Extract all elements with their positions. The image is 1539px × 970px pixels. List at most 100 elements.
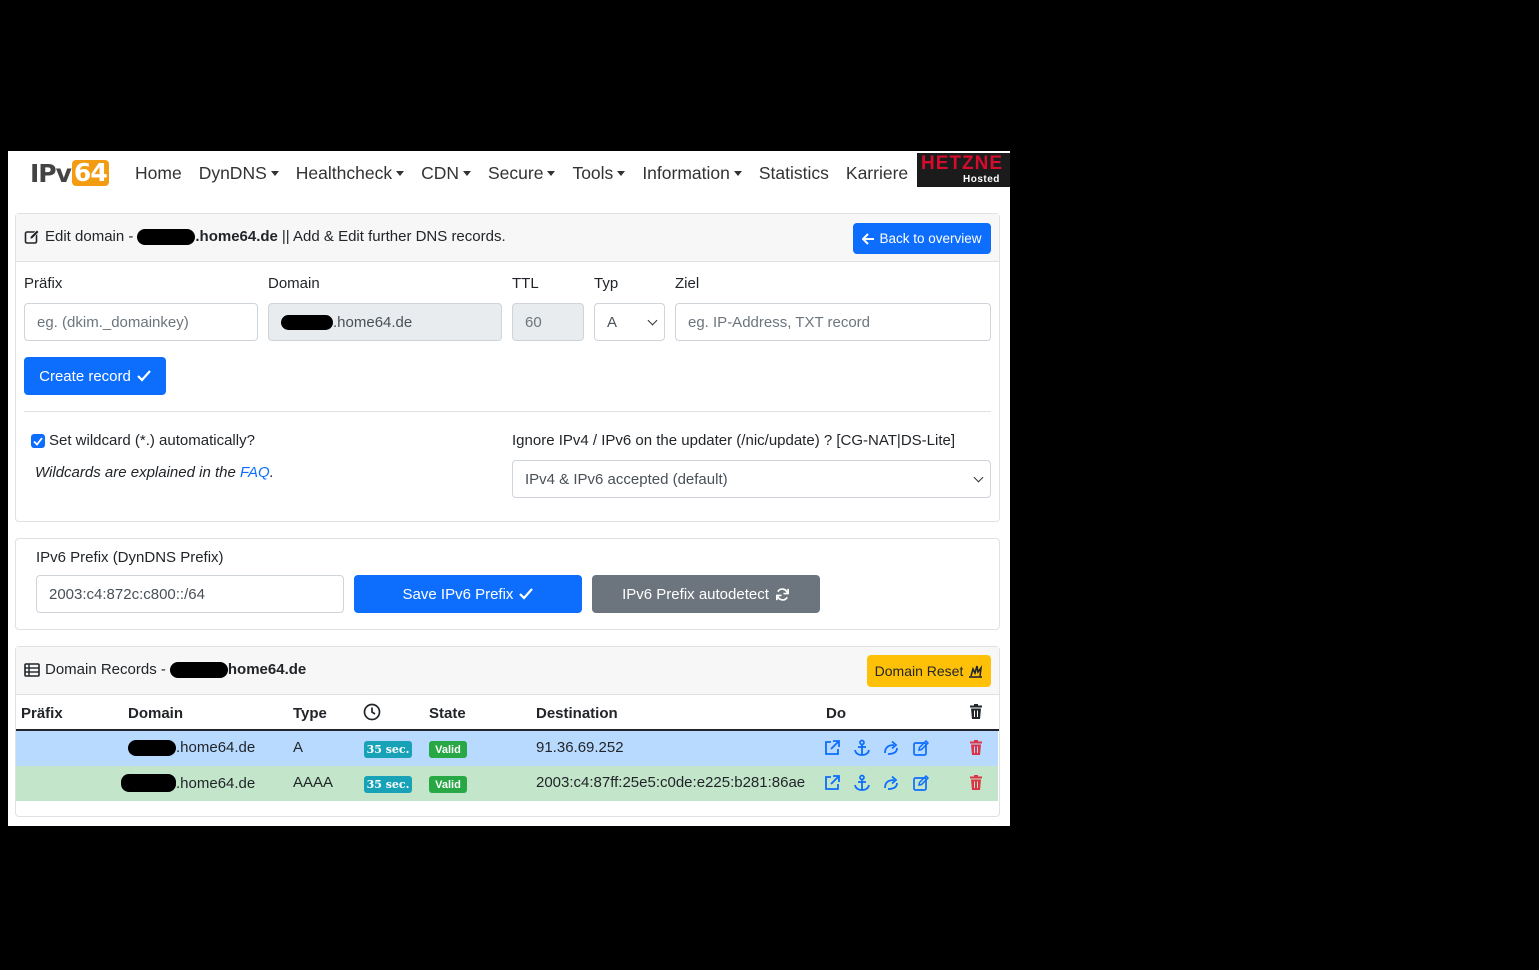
nav-karriere[interactable]: Karriere (846, 163, 908, 184)
record-state-badge: Valid (429, 741, 467, 758)
ipv6-autodetect-button[interactable]: IPv6 Prefix autodetect (592, 575, 820, 613)
records-title-prefix: Domain Records - (45, 661, 166, 678)
domain-records-header: Domain Records - home64.de Domain Reset (16, 647, 999, 695)
trash-icon[interactable] (967, 774, 985, 792)
navbar: IPv 64 Home DynDNS Healthcheck CDN Secure… (8, 151, 1010, 195)
nav-cdn[interactable]: CDN (421, 163, 471, 184)
chevron-down-icon (647, 315, 658, 326)
logo[interactable]: IPv 64 (30, 158, 109, 188)
ipv6-prefix-card: IPv6 Prefix (DynDNS Prefix) 2003:c4:872c… (15, 538, 1000, 630)
table-row: .home64.de AAAA 35 sec. Valid 2003:c4:87… (16, 766, 998, 801)
domain-reset-button[interactable]: Domain Reset (867, 655, 991, 687)
nav-tools[interactable]: Tools (572, 163, 626, 184)
nav-menu: Home DynDNS Healthcheck CDN Secure Tools… (135, 151, 925, 195)
trash-icon (970, 704, 982, 719)
record-ttl-badge: 35 sec. (364, 741, 412, 758)
col-state: State (429, 705, 466, 722)
edit-icon[interactable] (912, 774, 930, 792)
label-ttl: TTL (512, 275, 539, 292)
sponsor-banner[interactable]: HETZNE Hosted (917, 153, 1010, 187)
edit-icon (24, 229, 40, 244)
external-link-icon[interactable] (823, 774, 841, 792)
arrow-left-icon (862, 232, 875, 245)
clock-icon (363, 703, 381, 721)
chevron-down-icon (973, 472, 984, 483)
back-to-overview-button[interactable]: Back to overview (853, 223, 991, 254)
redacted-mark (128, 739, 176, 756)
ignore-label: Ignore IPv4 / IPv6 on the updater (/nic/… (512, 432, 955, 449)
faq-link[interactable]: FAQ (240, 464, 270, 481)
redacted-mark (121, 774, 176, 792)
domain-records-card: Domain Records - home64.de Domain Reset … (15, 646, 1000, 817)
anchor-icon[interactable] (853, 739, 871, 757)
refresh-icon (775, 587, 789, 601)
label-type: Typ (594, 275, 619, 292)
edit-title-suffix: || Add & Edit further DNS records. (281, 228, 506, 245)
edit-icon[interactable] (912, 739, 930, 757)
col-do: Do (826, 705, 846, 722)
edit-domain-header: Edit domain - .home64.de || Add & Edit f… (16, 214, 999, 262)
caret-down-icon (270, 171, 279, 177)
ttl-field: 60 (512, 303, 584, 341)
anchor-icon[interactable] (853, 774, 871, 792)
page: IPv 64 Home DynDNS Healthcheck CDN Secure… (8, 151, 1010, 826)
nav-information[interactable]: Information (642, 163, 742, 184)
wildcard-label: Set wildcard (*.) automatically? (49, 432, 255, 449)
explosion-icon (969, 665, 983, 678)
nav-healthcheck[interactable]: Healthcheck (296, 163, 405, 184)
nav-statistics[interactable]: Statistics (759, 163, 829, 184)
wildcard-checkbox[interactable] (31, 434, 45, 448)
edit-domain-title: Edit domain - .home64.de || Add & Edit f… (24, 228, 506, 245)
target-input[interactable]: eg. IP-Address, TXT record (675, 303, 991, 341)
ipv6-prefix-label: IPv6 Prefix (DynDNS Prefix) (36, 549, 224, 566)
edit-title-prefix: Edit domain - (45, 228, 134, 245)
domain-field: .home64.de (268, 303, 502, 341)
nav-secure[interactable]: Secure (488, 163, 556, 184)
records-domain-name: home64.de (227, 661, 307, 678)
wildcard-note: Wildcards are explained in the FAQ. (35, 464, 274, 481)
redacted-mark (281, 314, 333, 330)
edit-domain-card: Edit domain - .home64.de || Add & Edit f… (15, 213, 1000, 522)
form-divider (24, 411, 991, 412)
check-icon (137, 370, 151, 382)
label-domain: Domain (268, 275, 320, 292)
col-destination: Destination (536, 705, 618, 722)
label-target: Ziel (675, 275, 700, 292)
label-prefix: Präfix (24, 275, 63, 292)
save-ipv6-prefix-button[interactable]: Save IPv6 Prefix (354, 575, 582, 613)
col-prefix: Präfix (21, 705, 63, 722)
records-table-header: Präfix Domain Type State Destination Do (16, 695, 999, 731)
external-link-icon[interactable] (823, 739, 841, 757)
record-type: A (293, 739, 304, 756)
share-icon[interactable] (882, 739, 900, 757)
create-record-button[interactable]: Create record (24, 357, 166, 395)
domain-records-title: Domain Records - home64.de (24, 661, 306, 678)
record-ttl-badge: 35 sec. (364, 776, 412, 793)
col-domain: Domain (128, 705, 184, 722)
type-select[interactable]: A (594, 303, 665, 341)
caret-down-icon (733, 171, 742, 177)
record-destination: 91.36.69.252 (536, 739, 624, 756)
record-destination: 2003:c4:87ff:25e5:c0de:e225:b281:86ae (536, 774, 806, 791)
trash-icon[interactable] (967, 739, 985, 757)
logo-text: IPv (30, 158, 72, 188)
check-icon (519, 588, 534, 600)
record-state-badge: Valid (429, 776, 467, 793)
caret-down-icon (463, 171, 471, 177)
nav-dyndns[interactable]: DynDNS (199, 163, 279, 184)
caret-down-icon (547, 171, 556, 177)
share-icon[interactable] (882, 774, 900, 792)
record-domain: .home64.de (121, 774, 255, 792)
col-type: Type (293, 705, 327, 722)
caret-down-icon (617, 171, 626, 177)
ipv6-prefix-input[interactable]: 2003:c4:872c:c800::/64 (36, 575, 344, 613)
prefix-input[interactable]: eg. (dkim._domainkey) (24, 303, 258, 341)
ignore-select[interactable]: IPv4 & IPv6 accepted (default) (512, 460, 991, 498)
sponsor-name: HETZNE (921, 153, 1003, 174)
check-icon (33, 436, 43, 446)
caret-down-icon (396, 171, 405, 177)
redacted-mark (137, 228, 196, 245)
table-row: .home64.de A 35 sec. Valid 91.36.69.252 (16, 731, 998, 766)
logo-number: 64 (71, 158, 109, 187)
nav-home[interactable]: Home (135, 163, 182, 184)
